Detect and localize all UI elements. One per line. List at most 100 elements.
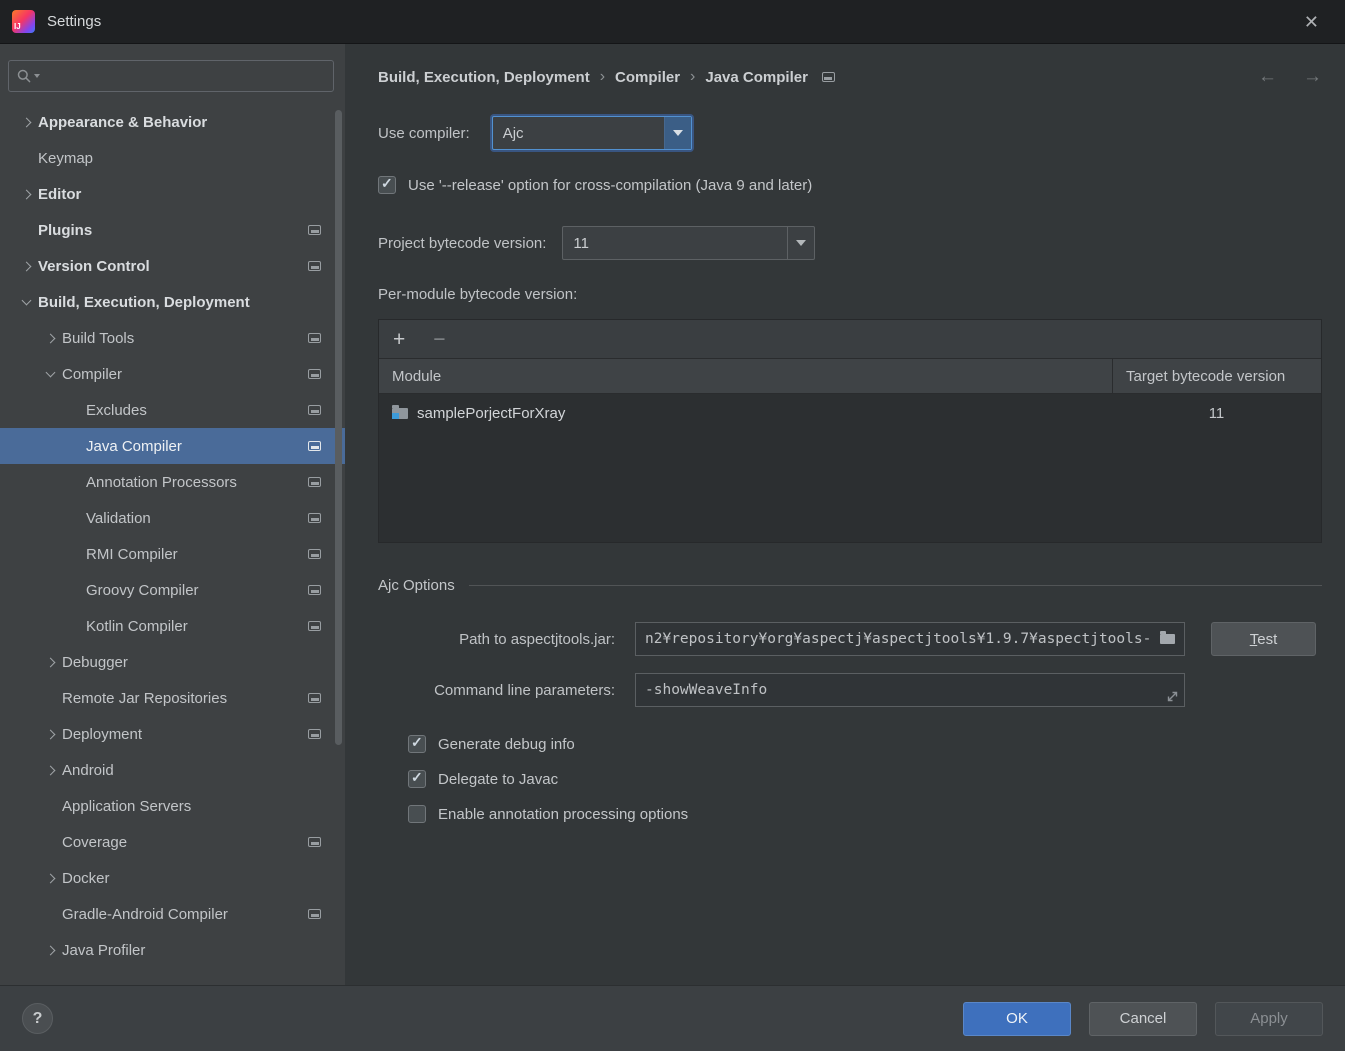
sidebar-item-java-compiler[interactable]: Java Compiler <box>0 428 345 464</box>
column-header-module[interactable]: Module <box>379 359 1112 393</box>
sidebar-item-annotation-processors[interactable]: Annotation Processors <box>0 464 345 500</box>
help-button[interactable]: ? <box>22 1003 53 1034</box>
sidebar-scrollbar[interactable] <box>335 110 342 745</box>
use-compiler-value: Ajc <box>502 124 524 142</box>
command-line-parameters-input[interactable]: -showWeaveInfo <box>635 673 1185 707</box>
release-option-label: Use '--release' option for cross-compila… <box>408 176 813 194</box>
use-compiler-select[interactable]: Ajc <box>491 116 692 150</box>
sidebar-item-docker[interactable]: Docker <box>0 860 345 896</box>
chevron-icon <box>14 155 38 162</box>
sidebar-item-groovy-compiler[interactable]: Groovy Compiler <box>0 572 345 608</box>
breadcrumb-separator-icon: › <box>690 68 696 85</box>
project-scope-icon <box>308 441 321 451</box>
sidebar-item-debugger[interactable]: Debugger <box>0 644 345 680</box>
breadcrumb-item-java-compiler[interactable]: Java Compiler <box>705 69 808 86</box>
sidebar-item-appearance-behavior[interactable]: Appearance & Behavior <box>0 104 345 140</box>
remove-icon[interactable]: − <box>433 329 445 350</box>
sidebar-item-build-execution-deployment[interactable]: Build, Execution, Deployment <box>0 284 345 320</box>
chevron-icon <box>38 729 62 739</box>
sidebar-item-keymap[interactable]: Keymap <box>0 140 345 176</box>
breadcrumb-item-compiler[interactable]: Compiler <box>615 69 680 86</box>
sidebar-item-remote-jar-repositories[interactable]: Remote Jar Repositories <box>0 680 345 716</box>
table-empty-area <box>379 432 1321 542</box>
chevron-icon <box>38 333 62 343</box>
expand-field-icon[interactable] <box>1166 690 1179 703</box>
sidebar-item-build-tools[interactable]: Build Tools <box>0 320 345 356</box>
checkbox-box-icon <box>408 769 426 788</box>
sidebar-item-java-profiler[interactable]: Java Profiler <box>0 932 345 968</box>
module-target-bytecode[interactable]: 11 <box>1112 394 1321 432</box>
combo-arrow-icon[interactable] <box>787 227 814 259</box>
folder-open-icon[interactable] <box>1160 631 1175 644</box>
logo-text: IJ <box>14 22 21 31</box>
sidebar-item-application-servers[interactable]: Application Servers <box>0 788 345 824</box>
project-bytecode-value: 11 <box>573 234 589 252</box>
sidebar-item-deployment[interactable]: Deployment <box>0 716 345 752</box>
sidebar-item-label: Kotlin Compiler <box>86 617 188 635</box>
chevron-icon <box>38 803 62 810</box>
sidebar-item-android[interactable]: Android <box>0 752 345 788</box>
search-box[interactable] <box>8 60 334 92</box>
sidebar-item-label: Gradle-Android Compiler <box>62 905 228 923</box>
sidebar-item-plugins[interactable]: Plugins <box>0 212 345 248</box>
table-row[interactable]: samplePorjectForXray 11 <box>379 394 1321 432</box>
generate-debug-info-checkbox[interactable]: Generate debug info <box>408 734 1322 753</box>
section-divider <box>468 585 1322 586</box>
chevron-icon <box>62 443 86 450</box>
command-line-parameters-value: -showWeaveInfo <box>645 682 768 698</box>
search-options-caret-icon[interactable] <box>34 74 40 78</box>
sidebar-item-compiler[interactable]: Compiler <box>0 356 345 392</box>
project-scope-icon <box>308 693 321 703</box>
breadcrumb-separator-icon: › <box>599 68 606 85</box>
project-scope-icon <box>308 369 321 379</box>
chevron-icon <box>38 945 62 955</box>
sidebar-item-label: Plugins <box>38 221 93 239</box>
apply-button[interactable]: Apply <box>1215 1001 1323 1036</box>
sidebar-item-coverage[interactable]: Coverage <box>0 824 345 860</box>
add-icon[interactable]: + <box>393 329 405 350</box>
sidebar-item-label: Debugger <box>62 653 128 671</box>
chevron-icon <box>38 873 62 883</box>
chevron-icon <box>38 839 62 846</box>
checkbox-box-icon <box>378 175 396 194</box>
ok-button[interactable]: OK <box>963 1001 1071 1036</box>
sidebar-item-kotlin-compiler[interactable]: Kotlin Compiler <box>0 608 345 644</box>
sidebar-item-label: Version Control <box>38 257 150 275</box>
release-option-checkbox[interactable]: Use '--release' option for cross-compila… <box>378 175 1322 194</box>
sidebar-item-label: Docker <box>62 869 110 887</box>
sidebar-item-label: Editor <box>38 185 82 203</box>
cancel-button[interactable]: Cancel <box>1089 1001 1197 1036</box>
sidebar-item-version-control[interactable]: Version Control <box>0 248 345 284</box>
help-icon: ? <box>32 1009 43 1027</box>
back-arrow-icon[interactable]: ← <box>1258 66 1277 88</box>
chevron-icon <box>14 261 38 271</box>
forward-arrow-icon[interactable]: → <box>1303 66 1322 88</box>
sidebar-item-label: Groovy Compiler <box>86 581 199 599</box>
sidebar-item-gradle-android-compiler[interactable]: Gradle-Android Compiler <box>0 896 345 932</box>
generate-debug-info-label: Generate debug info <box>438 735 575 753</box>
ajc-options-section: Ajc Options <box>378 577 1322 594</box>
sidebar-item-label: Remote Jar Repositories <box>62 689 228 707</box>
sidebar-item-label: Java Profiler <box>62 941 146 959</box>
test-button[interactable]: Test <box>1211 622 1316 656</box>
settings-search-input[interactable] <box>47 66 325 86</box>
delegate-to-javac-label: Delegate to Javac <box>438 770 559 788</box>
chevron-icon <box>14 117 38 127</box>
sidebar-item-label: Build Tools <box>62 329 135 347</box>
sidebar-item-editor[interactable]: Editor <box>0 176 345 212</box>
aspectjtools-path-input[interactable]: n2¥repository¥org¥aspectj¥aspectjtools¥1… <box>635 622 1185 656</box>
sidebar-item-rmi-compiler[interactable]: RMI Compiler <box>0 536 345 572</box>
project-scope-icon <box>308 333 321 343</box>
combo-arrow-icon[interactable] <box>663 117 691 149</box>
sidebar-item-label: RMI Compiler <box>86 545 178 563</box>
project-bytecode-select[interactable]: 11 <box>562 226 816 260</box>
sidebar-item-excludes[interactable]: Excludes <box>0 392 345 428</box>
delegate-to-javac-checkbox[interactable]: Delegate to Javac <box>408 769 1322 788</box>
breadcrumb-item-build-execution-deployment[interactable]: Build, Execution, Deployment <box>378 69 590 86</box>
sidebar-item-validation[interactable]: Validation <box>0 500 345 536</box>
settings-content: Build, Execution, Deployment › Compiler … <box>345 44 1345 985</box>
project-scope-icon <box>308 405 321 415</box>
column-header-target-bytecode[interactable]: Target bytecode version <box>1112 359 1321 393</box>
enable-annotation-processing-checkbox[interactable]: Enable annotation processing options <box>408 805 1322 823</box>
close-icon[interactable]: ✕ <box>1304 13 1319 31</box>
